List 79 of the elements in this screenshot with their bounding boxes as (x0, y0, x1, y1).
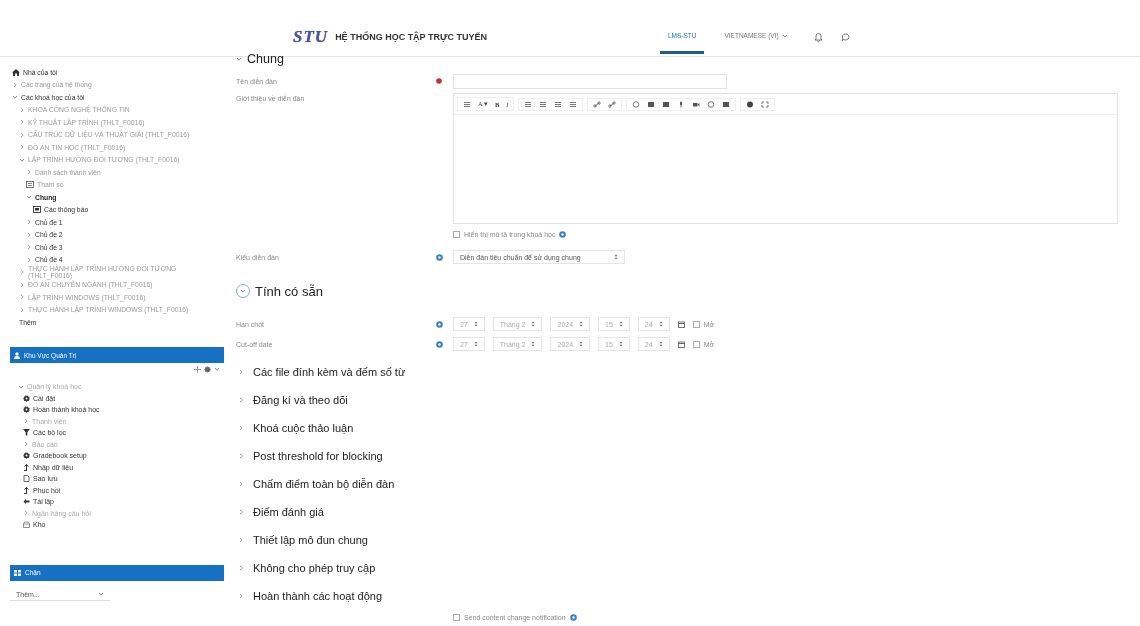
checkbox[interactable] (692, 320, 700, 328)
caret-icon[interactable] (214, 366, 220, 372)
checkbox[interactable] (453, 613, 460, 621)
arrow-icon (23, 463, 30, 471)
required-icon (436, 78, 442, 84)
checkbox[interactable] (453, 230, 460, 238)
left-arrow-icon (23, 498, 30, 506)
section-title[interactable]: Đăng kí và theo dõi (253, 394, 348, 406)
section-title[interactable]: Thiết lập mô đun chung (253, 534, 368, 546)
updown-icon (531, 341, 536, 347)
chevron-icon[interactable] (240, 288, 246, 294)
caret-icon[interactable] (23, 418, 29, 425)
arrow-icon (23, 486, 30, 494)
updown-icon (658, 341, 663, 347)
chevron-icon[interactable] (238, 425, 244, 431)
grid-icon (26, 181, 34, 189)
camera-icon[interactable] (692, 100, 701, 108)
updown-icon (473, 341, 478, 347)
list-icon[interactable] (539, 100, 548, 108)
chevron-icon[interactable] (238, 537, 244, 543)
updown-icon (658, 321, 663, 327)
box-icon (23, 521, 30, 529)
section-title[interactable]: Post threshold for blocking (253, 450, 383, 462)
section-title[interactable]: Chấm điểm toàn bộ diễn đàn (253, 478, 395, 490)
caret-icon[interactable] (23, 510, 29, 517)
calendar-icon[interactable] (677, 320, 685, 328)
section-title[interactable]: Các file đính kèm và đếm số từ (253, 366, 406, 378)
gear-icon[interactable] (204, 365, 211, 373)
chevron-icon[interactable] (238, 453, 244, 459)
input-field[interactable] (453, 73, 727, 89)
updown-icon (473, 321, 478, 327)
updown-icon (614, 254, 618, 260)
caret-icon[interactable] (98, 591, 104, 597)
updown-icon (618, 341, 623, 347)
chevron-icon[interactable] (238, 593, 244, 599)
section-title[interactable]: Điểm đánh giá (253, 506, 324, 518)
caret-icon[interactable] (781, 32, 788, 39)
list-icon[interactable] (524, 100, 533, 108)
updown-icon (579, 321, 584, 327)
chevron-icon[interactable] (238, 481, 244, 487)
caret-icon[interactable] (18, 383, 24, 390)
site-title: HỆ THỐNG HỌC TẬP TRỰC TUYẾN (335, 32, 487, 42)
updown-icon (618, 321, 623, 327)
caret-icon[interactable] (236, 56, 242, 62)
home-icon (12, 68, 20, 76)
list-icon[interactable] (569, 100, 578, 108)
list-icon[interactable] (554, 100, 563, 108)
move-icon[interactable] (194, 365, 201, 373)
updown-icon (579, 341, 584, 347)
chevron-icon[interactable] (238, 509, 244, 515)
grid-icon (14, 569, 21, 576)
calendar-icon[interactable] (677, 340, 685, 348)
site-logo[interactable]: STU (293, 27, 329, 47)
circle-icon[interactable] (707, 100, 716, 108)
caret-icon[interactable] (23, 441, 29, 448)
updown-icon (531, 321, 536, 327)
section-title[interactable]: Hoàn thành các hoạt động (253, 590, 383, 602)
circle-icon[interactable] (632, 100, 641, 108)
gear-icon (23, 452, 30, 460)
list-icon[interactable] (463, 100, 471, 108)
checkbox[interactable] (692, 340, 700, 348)
bell-icon[interactable] (813, 32, 823, 42)
file-icon (23, 475, 30, 483)
expand-icon[interactable] (761, 100, 770, 108)
chevron-icon[interactable] (238, 369, 244, 375)
caret-icon[interactable] (26, 194, 32, 201)
link-icon[interactable] (593, 100, 602, 108)
section-title[interactable]: Chung (247, 52, 284, 66)
image-icon[interactable] (722, 100, 731, 108)
forum-icon (33, 206, 41, 214)
section-title[interactable]: Tính có sẵn (255, 283, 323, 299)
section-title[interactable]: Khoá cuộc thảo luận (253, 422, 354, 434)
filter-icon (23, 429, 30, 437)
chevron-icon[interactable] (238, 565, 244, 571)
chat-icon[interactable] (840, 32, 850, 42)
user-icon (14, 351, 20, 359)
link-icon[interactable] (608, 100, 617, 108)
section-title[interactable]: Không cho phép truy cập (253, 562, 376, 574)
chevron-icon[interactable] (238, 397, 244, 403)
